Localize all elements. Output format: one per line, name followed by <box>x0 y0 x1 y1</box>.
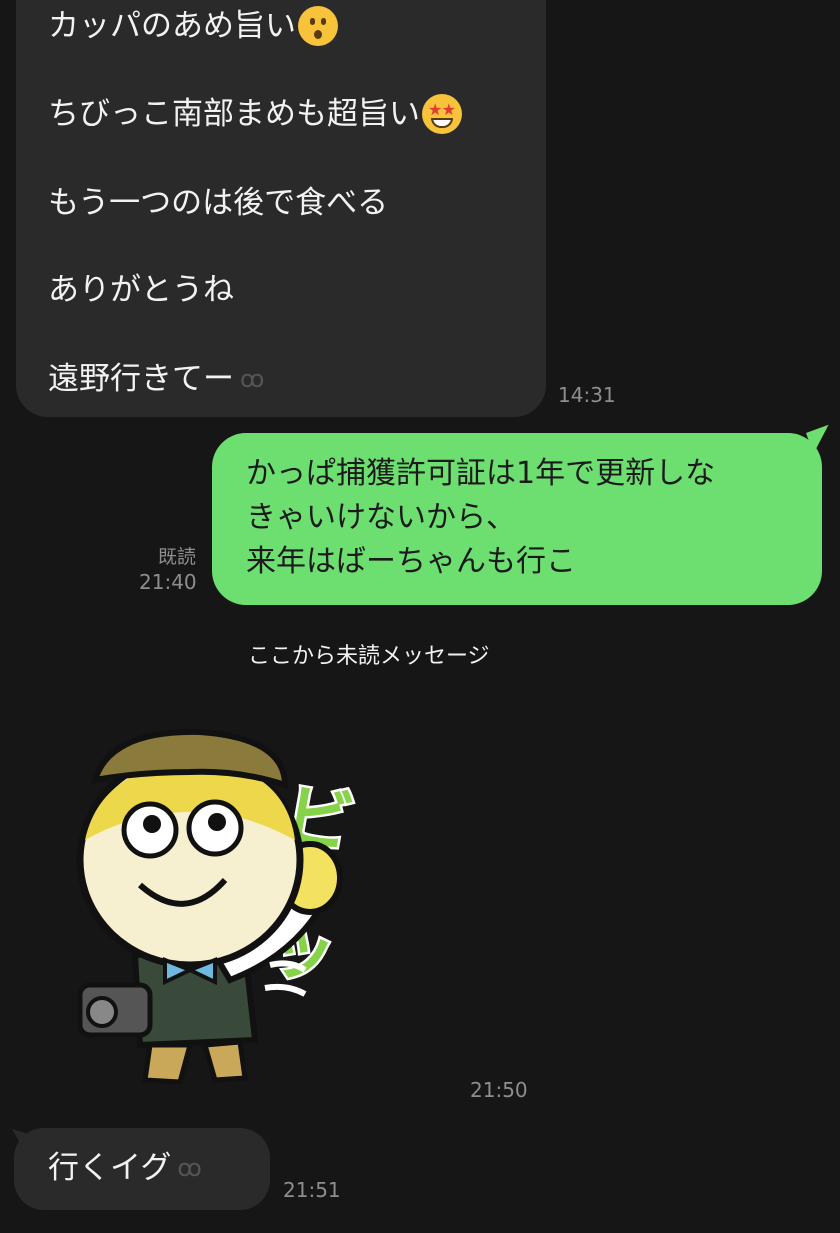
message-timestamp: 21:50 <box>470 1078 528 1102</box>
message-line: もう一つのは後で食べる <box>48 185 389 221</box>
message-line: カッパのあめ旨い <box>48 6 338 46</box>
message-line: 行くイグ ꝏ <box>48 1150 202 1186</box>
outgoing-message-bubble[interactable]: かっぱ捕獲許可証は1年で更新しな きゃいけないから、 来年はばーちゃんも行こ <box>212 433 822 605</box>
sticker-image: ビシッ <box>76 728 362 1085</box>
incoming-message-bubble[interactable]: 行くイグ ꝏ <box>14 1128 270 1210</box>
kaomoji-glyph-icon: ꝏ <box>240 365 264 393</box>
kaomoji-glyph-icon: ꝏ <box>177 1154 201 1182</box>
message-line: かっぱ捕獲許可証は1年で更新しな <box>246 456 716 491</box>
message-timestamp: 21:51 <box>283 1178 341 1202</box>
unread-divider: ここから未読メッセージ <box>248 644 490 669</box>
message-line: 遠野行きてー ꝏ <box>48 361 264 397</box>
sticker-message[interactable]: ビシッ <box>40 720 440 1100</box>
message-line: きゃいけないから、 <box>246 500 516 535</box>
hushed-face-icon <box>298 6 338 46</box>
message-timestamp: 14:31 <box>558 383 616 407</box>
message-line: ありがとうね <box>48 272 234 308</box>
read-receipt: 既読 <box>158 546 197 568</box>
message-timestamp: 21:40 <box>139 570 197 594</box>
message-line: 来年はばーちゃんも行こ <box>246 544 576 579</box>
message-line: ちびっこ南部まめも超旨い ★ ★ <box>48 94 462 134</box>
star-struck-face-icon: ★ ★ <box>422 94 462 134</box>
